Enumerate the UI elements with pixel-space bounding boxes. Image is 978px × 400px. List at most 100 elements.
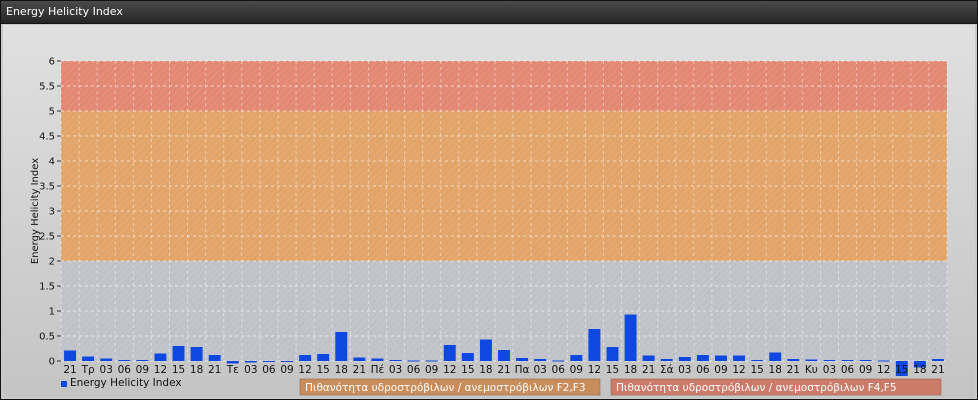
x-tick-label: 03 xyxy=(823,364,836,376)
y-tick-label: 3.5 xyxy=(39,182,55,193)
x-tick-label: Τρ xyxy=(81,364,95,376)
bar xyxy=(552,360,565,362)
x-tick-label: 21 xyxy=(497,364,510,376)
bar xyxy=(64,350,77,361)
bar xyxy=(715,355,727,361)
y-tick-label: 0 xyxy=(49,357,55,368)
bar xyxy=(353,357,366,361)
bar xyxy=(696,355,709,361)
chart-window: Energy Helicity Index 0 0.5 1 1.5 2 2.5 3 3.5 4 4… xyxy=(0,0,978,400)
x-axis-ticks: 21 Τρ 03 06 09 12 15 18 21 Τε 03 06 09 12 15 18 21 Πέ 03 06… xyxy=(63,364,944,376)
bar xyxy=(787,359,800,361)
x-tick-label: 15 xyxy=(606,364,619,376)
y-axis-ticks: 0 0.5 1 1.5 2 2.5 3 3.5 4 4.5 5 5.5 6 xyxy=(39,57,61,368)
x-tick-label: 18 xyxy=(913,364,926,376)
x-tick-label: 09 xyxy=(425,364,438,376)
y-tick-label: 4 xyxy=(49,157,55,168)
legend: Energy Helicity Index Πιθανότητα υδροστρ… xyxy=(61,377,942,396)
legend-label: Energy Helicity Index xyxy=(70,377,182,389)
bar xyxy=(733,355,746,361)
bar xyxy=(588,329,601,361)
x-tick-label: 06 xyxy=(407,364,421,376)
x-tick-label: 06 xyxy=(841,364,855,376)
bar xyxy=(769,352,782,361)
bar xyxy=(479,339,492,361)
y-tick-label: 2 xyxy=(49,257,55,268)
bar xyxy=(317,354,330,361)
bar xyxy=(660,359,673,361)
bar xyxy=(606,347,619,361)
x-tick-label: Σά xyxy=(660,364,674,376)
bar xyxy=(805,359,818,361)
x-tick-label: 21 xyxy=(353,364,366,376)
x-tick-label: 09 xyxy=(570,364,583,376)
x-tick-label: 15 xyxy=(750,364,763,376)
x-tick-label: 09 xyxy=(136,364,149,376)
x-tick-label: Πα xyxy=(515,364,530,376)
x-tick-label: 12 xyxy=(588,364,601,376)
bar xyxy=(534,359,547,361)
title-bar: Energy Helicity Index xyxy=(1,1,977,24)
x-tick-label: 15 xyxy=(895,364,908,376)
x-tick-label: 06 xyxy=(118,364,132,376)
bar xyxy=(498,350,510,361)
x-tick-label: Πέ xyxy=(371,364,385,376)
bar xyxy=(118,360,131,361)
x-tick-label: 12 xyxy=(877,364,890,376)
y-tick-label: 4.5 xyxy=(39,132,55,143)
bar xyxy=(823,360,836,361)
x-tick-label: 18 xyxy=(190,364,203,376)
x-tick-label: 03 xyxy=(244,364,257,376)
bar xyxy=(172,346,185,361)
bar xyxy=(751,360,764,361)
bar xyxy=(190,347,203,361)
x-tick-label: 03 xyxy=(389,364,402,376)
legend-swatch xyxy=(61,381,67,387)
bar xyxy=(335,332,348,361)
bar xyxy=(82,356,95,361)
y-axis-label: Energy Helicity Index xyxy=(30,158,41,264)
chart-panel: 0 0.5 1 1.5 2 2.5 3 3.5 4 4.5 5 5.5 6 21 Τρ 03 06 09 12 15… xyxy=(3,25,975,397)
x-tick-label: 15 xyxy=(316,364,329,376)
x-tick-label: 21 xyxy=(63,364,76,376)
bar xyxy=(389,360,402,361)
y-tick-label: 1 xyxy=(49,307,55,318)
bar xyxy=(570,355,583,361)
bar xyxy=(281,361,293,362)
x-tick-label: 06 xyxy=(262,364,276,376)
legend-band-label-f2f3: Πιθανότητα υδροστρόβιλων / ανεμοστρόβιλω… xyxy=(305,382,586,394)
x-tick-label: 18 xyxy=(624,364,637,376)
y-tick-label: 3 xyxy=(49,207,55,218)
bar xyxy=(136,360,149,361)
x-tick-label: 18 xyxy=(335,364,348,376)
legend-band-label-f4f5: Πιθανότητα υδροστρόβιλων / ανεμοστρόβιλω… xyxy=(616,382,897,394)
x-tick-label: 15 xyxy=(172,364,185,376)
bar xyxy=(859,360,872,361)
bar xyxy=(262,361,275,362)
x-tick-label: Κυ xyxy=(805,364,818,376)
x-tick-label: 06 xyxy=(696,364,710,376)
bar xyxy=(244,361,257,363)
x-tick-label: 03 xyxy=(100,364,113,376)
x-tick-label: 21 xyxy=(208,364,221,376)
bar xyxy=(425,360,438,362)
bar xyxy=(516,358,529,361)
y-tick-label: 2.5 xyxy=(39,232,55,243)
x-tick-label: 18 xyxy=(479,364,492,376)
x-tick-label: 15 xyxy=(461,364,474,376)
bar xyxy=(154,353,167,361)
y-tick-label: 6 xyxy=(49,57,55,68)
bar xyxy=(371,358,384,361)
x-tick-label: 09 xyxy=(859,364,872,376)
y-tick-label: 0.5 xyxy=(39,332,55,343)
x-tick-label: 12 xyxy=(154,364,167,376)
bar xyxy=(877,360,890,362)
bar xyxy=(208,355,221,361)
x-tick-label: 12 xyxy=(443,364,456,376)
y-tick-label: 5 xyxy=(49,107,55,118)
window-title: Energy Helicity Index xyxy=(6,5,123,18)
x-tick-label: 09 xyxy=(714,364,727,376)
x-tick-label: 03 xyxy=(678,364,691,376)
bar xyxy=(624,314,637,361)
bar xyxy=(841,360,854,361)
